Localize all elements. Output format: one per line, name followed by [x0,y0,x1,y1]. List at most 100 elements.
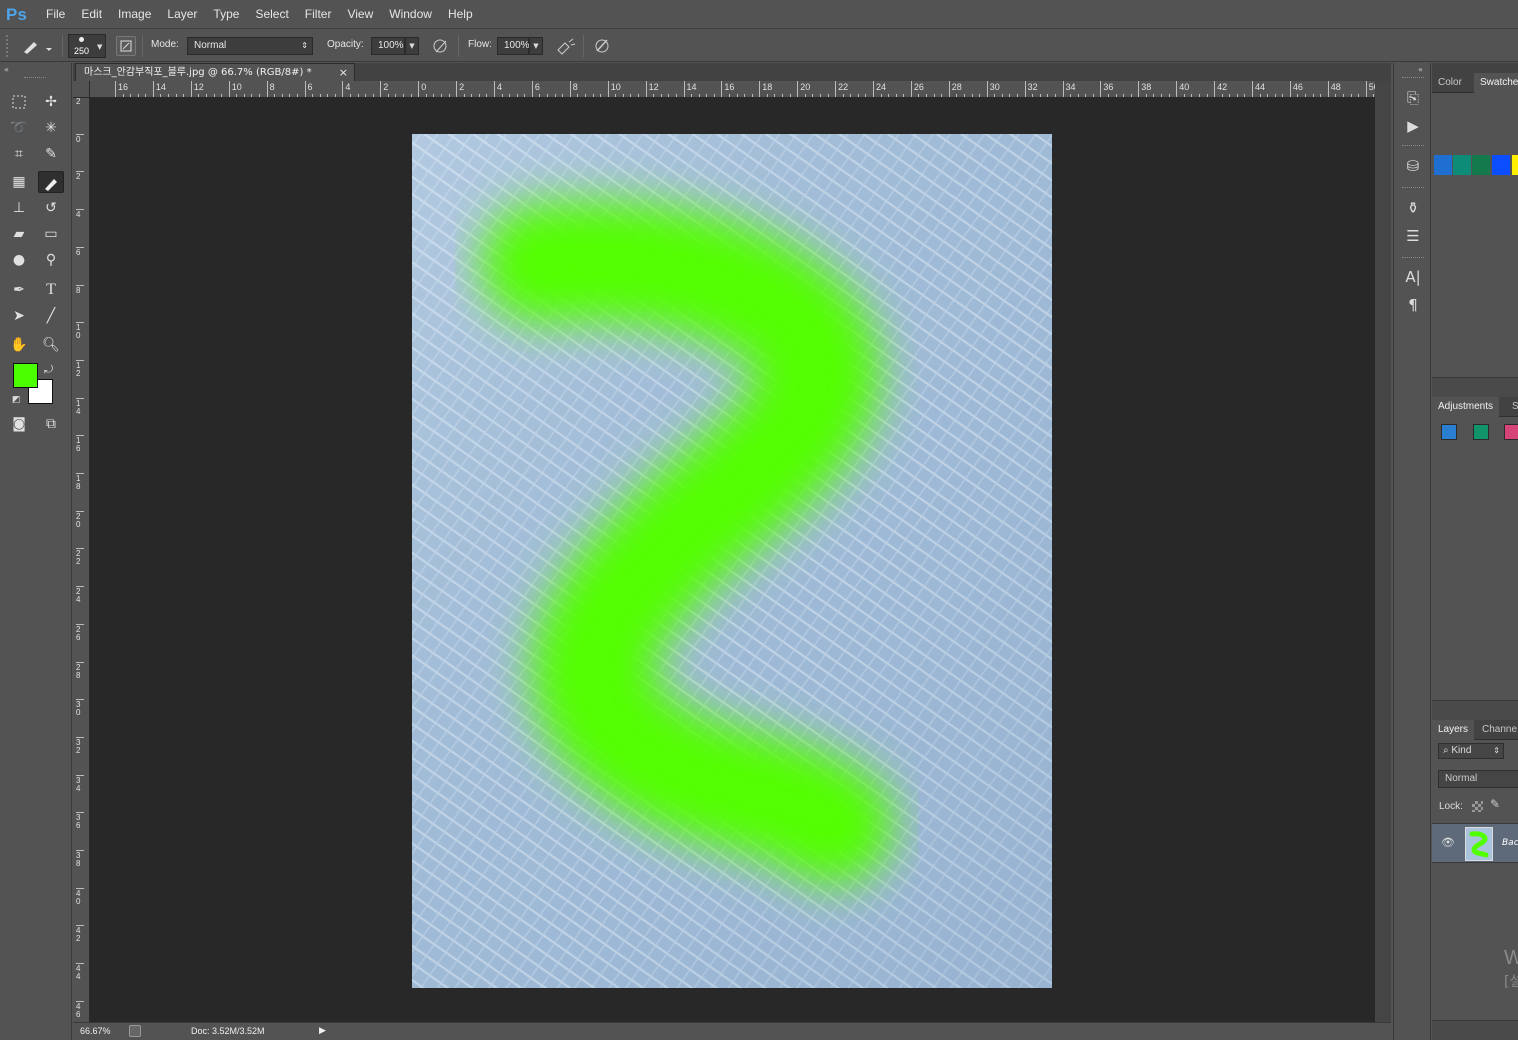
tab-styles[interactable]: S [1506,397,1518,417]
line-tool-icon[interactable]: ╱ [38,305,64,327]
brush-tool-preset-icon[interactable] [20,36,56,56]
layer-row-background[interactable]: 👁︎ Bac [1432,823,1518,863]
swap-colors-icon[interactable]: ⤾ [44,363,53,377]
brightness-adjustment-icon[interactable] [1441,424,1457,440]
ruler-h-tick [554,94,556,97]
pressure-size-icon[interactable] [592,36,614,56]
zoom-level[interactable]: 66.67% [80,1026,111,1036]
menu-view[interactable]: View [339,0,381,29]
menu-type[interactable]: Type [205,0,247,29]
ruler-h-label: 12 [645,81,659,97]
menu-edit[interactable]: Edit [73,0,110,29]
export-icon[interactable] [129,1025,141,1037]
eraser-tool-icon[interactable]: ▰ [6,223,32,245]
airbrush-icon[interactable] [555,36,577,56]
default-colors-icon[interactable]: ◩ [12,395,21,405]
magic-wand-tool-icon[interactable]: ✳ [38,117,64,139]
layer-filter-kind[interactable]: ⌕ Kind ⇕ [1438,743,1504,759]
move-tool-icon[interactable]: ✢ [38,91,64,113]
history-panel-icon[interactable]: ⎘ [1402,87,1424,109]
ruler-h-tick [615,94,617,97]
tab-adjustments[interactable]: Adjustments [1432,397,1500,417]
dodge-tool-icon[interactable]: ⚲ [38,249,64,271]
eyedropper-tool-icon[interactable]: ✎ [38,143,64,165]
flow-input[interactable]: 100% [497,37,530,55]
clone-stamp-tool-icon[interactable]: ⊥ [6,197,32,219]
swatch-5[interactable] [1512,155,1518,175]
collapse-arrows-icon[interactable]: « [4,65,9,74]
brush-size-picker[interactable]: 250 ▼ [68,34,106,58]
history-brush-tool-icon[interactable]: ↺ [38,197,64,219]
tab-color[interactable]: Color [1432,73,1468,93]
opacity-input[interactable]: 100% [371,37,405,55]
ruler-h-label: 42 [1214,81,1227,97]
type-tool-icon[interactable]: T [38,279,64,301]
paragraph-panel-icon[interactable]: ¶ [1402,294,1424,316]
brush-tool-icon[interactable] [38,171,64,193]
curves-adjustment-icon[interactable] [1504,424,1518,440]
lock-transparency-icon[interactable] [1472,801,1483,812]
horizontal-ruler[interactable]: 16 14 12 10 8 6 4 2 0 2 4 6 8 10 12 14 16 18 20 22 24 26 28 30 3… [90,81,1375,98]
opacity-dropdown-icon[interactable]: ▼ [405,37,419,55]
blur-tool-icon[interactable]: ● [6,249,32,271]
vertical-scrollbar[interactable] [1375,81,1391,1022]
menu-help[interactable]: Help [440,0,481,29]
levels-adjustment-icon[interactable] [1473,424,1489,440]
brush-panel-icon[interactable]: ☰ [1402,225,1424,247]
status-menu-arrow-icon[interactable]: ▶ [319,1025,326,1036]
character-panel-icon[interactable]: A| [1402,266,1424,288]
layer-name: Bac [1502,838,1518,848]
menu-window[interactable]: Window [381,0,440,29]
gradient-tool-icon[interactable]: ▭ [38,223,64,245]
layer-blend-mode-select[interactable]: Normal [1438,770,1518,788]
tab-channels[interactable]: Channe [1476,720,1518,740]
collapse-arrows-icon[interactable]: « [1418,65,1423,74]
document-tab[interactable]: 마스크_안감부직포_블루.jpg @ 66.7% (RGB/8#) * × [75,63,355,81]
swatch-4[interactable] [1492,155,1510,175]
menu-image[interactable]: Image [110,0,159,29]
mode-label: Mode: [151,39,179,50]
hand-tool-icon[interactable]: ✋ [6,334,32,356]
swatch-3[interactable] [1472,155,1490,175]
crop-tool-icon[interactable]: ⌗ [6,143,32,165]
tab-layers[interactable]: Layers [1432,720,1475,740]
mode-select[interactable]: Normal ⇕ [187,37,313,55]
ruler-h-tick [963,94,965,97]
ruler-h-tick [221,94,223,97]
ruler-h-tick [1267,94,1269,97]
vertical-ruler[interactable]: 2 0 2 4 6 8 10 12 14 16 18 20 22 24 26 28 30 32 34 36 38 40 42… [73,98,90,1022]
menu-file[interactable]: File [38,0,73,29]
lasso-tool-icon[interactable]: ➰ [6,117,32,139]
document-canvas[interactable] [412,134,1052,988]
tab-swatches[interactable]: Swatche [1474,73,1518,93]
swatch-2[interactable] [1453,155,1471,175]
ruler-h-tick [175,94,177,97]
screen-mode-icon[interactable]: ⧉ [38,413,64,435]
lock-brush-icon[interactable]: ✎ [1490,797,1500,811]
visibility-eye-icon[interactable]: 👁︎ [1441,836,1455,849]
zoom-tool-icon[interactable]: 🔍︎ [38,334,64,356]
menu-filter[interactable]: Filter [297,0,340,29]
properties-panel-icon[interactable]: ⛁ [1402,155,1424,177]
quick-mask-icon[interactable]: ◙ [6,413,32,435]
close-icon[interactable]: × [339,64,348,81]
menu-layer[interactable]: Layer [159,0,205,29]
pressure-opacity-icon[interactable] [430,36,452,56]
ruler-origin[interactable] [73,81,90,98]
ruler-h-label: 40 [1176,81,1189,97]
brush-panel-toggle-icon[interactable] [116,36,136,56]
marquee-tool-icon[interactable] [6,91,32,113]
ruler-h-tick [584,94,586,97]
flow-dropdown-icon[interactable]: ▼ [529,37,543,55]
menu-select[interactable]: Select [247,0,296,29]
ruler-v-label: 30 [76,699,84,717]
actions-panel-icon[interactable]: ▶ [1402,115,1424,137]
swatch-1[interactable] [1434,155,1452,175]
ruler-h-label: 36 [1100,81,1113,97]
brush-presets-panel-icon[interactable]: ⚱ [1402,197,1424,219]
foreground-color-swatch[interactable] [13,363,38,388]
path-selection-tool-icon[interactable]: ➤ [6,305,32,327]
healing-brush-tool-icon[interactable]: ▦ [6,171,32,193]
ruler-h-label: 34 [1062,81,1076,97]
pen-tool-icon[interactable]: ✒ [6,279,32,301]
